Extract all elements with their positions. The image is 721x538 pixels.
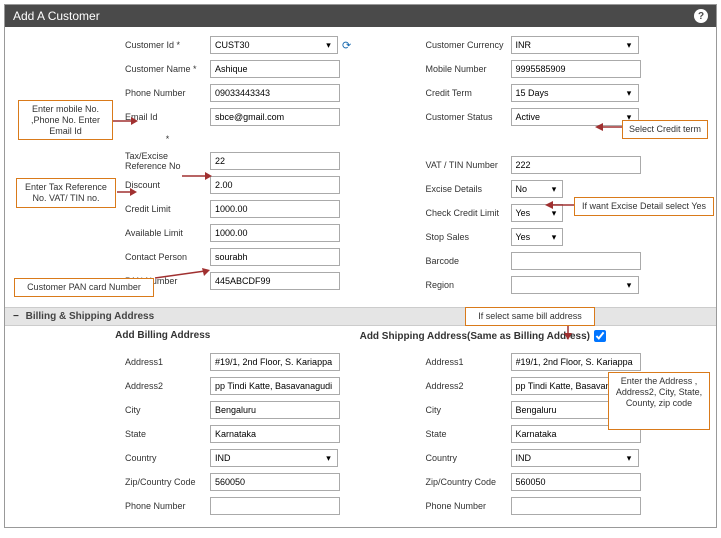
help-icon[interactable]: ?	[694, 9, 708, 23]
credit-term-value: 15 Days	[511, 84, 621, 102]
region-label: Region	[426, 280, 511, 290]
s-zip-input[interactable]	[511, 473, 641, 491]
collapse-icon[interactable]: −	[13, 311, 19, 322]
stop-sales-dropdown[interactable]: ▾	[547, 228, 563, 246]
b-addr1-label: Address1	[125, 357, 210, 367]
check-credit-value: Yes	[511, 204, 547, 222]
customer-name-label: Customer Name *	[125, 64, 210, 74]
stop-sales-value: Yes	[511, 228, 547, 246]
arrow-icon	[595, 123, 622, 131]
b-state-input[interactable]	[210, 425, 340, 443]
b-addr1-input[interactable]	[210, 353, 340, 371]
check-credit-label: Check Credit Limit	[426, 208, 511, 218]
arrow-icon	[117, 188, 137, 196]
phone-label: Phone Number	[125, 88, 210, 98]
s-country-dropdown[interactable]: ▾	[621, 449, 639, 467]
s-zip-label: Zip/Country Code	[426, 477, 511, 487]
email-required-star: *	[125, 134, 210, 144]
mobile-input[interactable]	[511, 60, 641, 78]
b-country-dropdown[interactable]: ▾	[320, 449, 338, 467]
credit-term-dropdown[interactable]: ▾	[621, 84, 639, 102]
customer-id-dropdown[interactable]: ▾	[320, 36, 338, 54]
arrow-icon	[545, 201, 575, 209]
page-title: Add A Customer	[13, 9, 100, 23]
currency-dropdown[interactable]: ▾	[621, 36, 639, 54]
barcode-label: Barcode	[426, 256, 511, 266]
shipping-address-heading: Add Shipping Address(Same as Billing Add…	[360, 331, 590, 342]
annot-credit-term: Select Credit term	[622, 120, 708, 139]
barcode-input[interactable]	[511, 252, 641, 270]
available-limit-label: Available Limit	[125, 228, 210, 238]
contact-person-label: Contact Person	[125, 252, 210, 262]
same-as-billing-checkbox[interactable]	[594, 330, 606, 342]
s-phone-label: Phone Number	[426, 501, 511, 511]
b-addr2-label: Address2	[125, 381, 210, 391]
b-addr2-input[interactable]	[210, 377, 340, 395]
status-label: Customer Status	[426, 112, 511, 122]
s-addr2-label: Address2	[426, 381, 511, 391]
excise-label: Excise Details	[426, 184, 511, 194]
annot-excise: If want Excise Detail select Yes	[574, 197, 714, 216]
b-phone-input[interactable]	[210, 497, 340, 515]
refresh-icon[interactable]: ⟳	[342, 39, 351, 52]
available-limit-input[interactable]	[210, 224, 340, 242]
discount-input[interactable]	[210, 176, 340, 194]
arrow-icon	[182, 172, 212, 180]
vat-input[interactable]	[511, 156, 641, 174]
b-phone-label: Phone Number	[125, 501, 210, 511]
b-zip-label: Zip/Country Code	[125, 477, 210, 487]
stop-sales-label: Stop Sales	[426, 232, 511, 242]
annot-same-addr: If select same bill address	[465, 307, 595, 326]
currency-value: INR	[511, 36, 621, 54]
currency-label: Customer Currency	[426, 40, 511, 50]
pan-input[interactable]	[210, 272, 340, 290]
s-phone-input[interactable]	[511, 497, 641, 515]
b-city-input[interactable]	[210, 401, 340, 419]
b-state-label: State	[125, 429, 210, 439]
billing-address-heading: Add Billing Address	[15, 330, 311, 342]
credit-term-label: Credit Term	[426, 88, 511, 98]
s-country-value: IND	[511, 449, 621, 467]
s-addr1-input[interactable]	[511, 353, 641, 371]
region-dropdown[interactable]: ▾	[621, 276, 639, 294]
tax-ref-label: Tax/Excise Reference No	[125, 151, 210, 171]
customer-name-input[interactable]	[210, 60, 340, 78]
b-zip-input[interactable]	[210, 473, 340, 491]
phone-input[interactable]	[210, 84, 340, 102]
credit-limit-input[interactable]	[210, 200, 340, 218]
mobile-label: Mobile Number	[426, 64, 511, 74]
excise-dropdown[interactable]: ▾	[547, 180, 563, 198]
contact-person-input[interactable]	[210, 248, 340, 266]
section-title: Billing & Shipping Address	[26, 311, 155, 322]
arrow-icon	[155, 268, 210, 280]
b-country-value: IND	[210, 449, 320, 467]
customer-id-label: Customer Id *	[125, 40, 210, 50]
discount-label: Discount	[125, 180, 210, 190]
arrow-icon	[113, 117, 138, 125]
annot-pan: Customer PAN card Number	[14, 278, 154, 297]
s-country-label: Country	[426, 453, 511, 463]
billing-shipping-section[interactable]: − Billing & Shipping Address	[5, 307, 716, 326]
email-input[interactable]	[210, 108, 340, 126]
s-state-label: State	[426, 429, 511, 439]
credit-limit-label: Credit Limit	[125, 204, 210, 214]
s-city-label: City	[426, 405, 511, 415]
annot-tax-vat: Enter Tax Reference No. VAT/ TIN no.	[16, 178, 116, 208]
region-value	[511, 276, 621, 294]
annot-mobile-email: Enter mobile No. ,Phone No. Enter Email …	[18, 100, 113, 140]
customer-id-value: CUST30	[210, 36, 320, 54]
tax-ref-input[interactable]	[210, 152, 340, 170]
b-country-label: Country	[125, 453, 210, 463]
b-city-label: City	[125, 405, 210, 415]
annot-address: Enter the Address , Address2, City, Stat…	[608, 372, 710, 430]
vat-label: VAT / TIN Number	[426, 160, 511, 170]
s-addr1-label: Address1	[426, 357, 511, 367]
excise-value: No	[511, 180, 547, 198]
